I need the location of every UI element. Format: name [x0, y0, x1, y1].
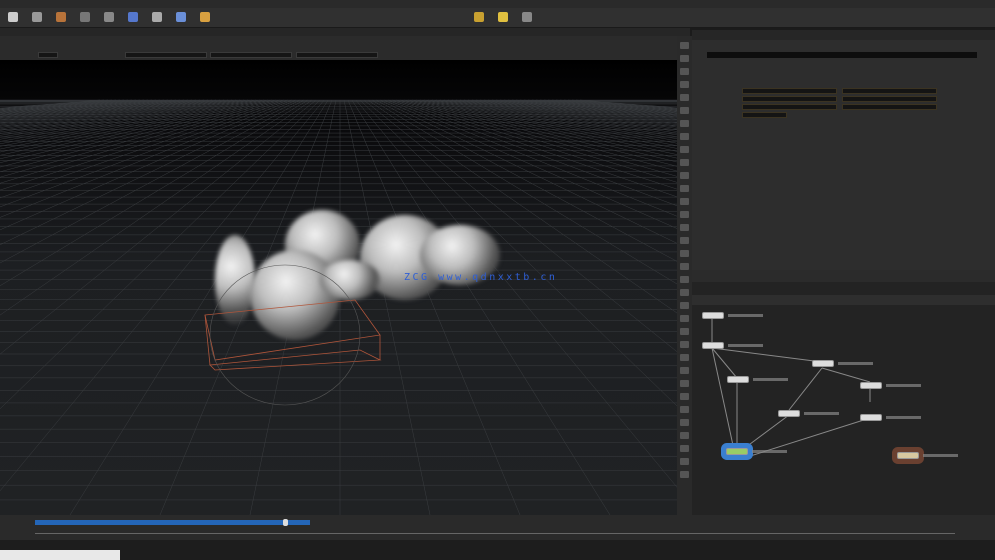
param-field[interactable]: [842, 88, 937, 94]
value-field-z[interactable]: [296, 52, 378, 58]
shelf-tool-icon[interactable]: [474, 12, 484, 22]
viewport-tool-icon[interactable]: [680, 133, 689, 140]
timeline[interactable]: [0, 515, 995, 540]
viewport-tool-icon[interactable]: [680, 471, 689, 478]
viewport-tool-icon[interactable]: [680, 81, 689, 88]
viewport-tool-icon[interactable]: [680, 146, 689, 153]
viewport-tool-icon[interactable]: [680, 393, 689, 400]
viewport-tool-icon[interactable]: [680, 185, 689, 192]
viewport-tool-icon[interactable]: [680, 276, 689, 283]
node-label: [886, 416, 921, 419]
viewport-tool-icon[interactable]: [680, 328, 689, 335]
sop-node[interactable]: [702, 342, 724, 349]
param-field[interactable]: [842, 96, 937, 102]
display-node[interactable]: [897, 452, 919, 459]
viewport-tool-icon[interactable]: [680, 172, 689, 179]
viewport-tool-icon[interactable]: [680, 198, 689, 205]
node-label: [752, 450, 787, 453]
sop-node[interactable]: [860, 382, 882, 389]
shelf-tool-icon[interactable]: [8, 12, 18, 22]
param-slider[interactable]: [742, 112, 787, 118]
node-label: [804, 412, 839, 415]
menu-bar[interactable]: [0, 0, 995, 8]
shelf-tool-icon[interactable]: [104, 12, 114, 22]
viewport-tool-icon[interactable]: [680, 341, 689, 348]
value-field-y[interactable]: [210, 52, 292, 58]
sop-node[interactable]: [727, 376, 749, 383]
viewport-tool-icon[interactable]: [680, 302, 689, 309]
sop-node[interactable]: [812, 360, 834, 367]
viewport-tool-icon[interactable]: [680, 107, 689, 114]
shelf-tool-icon[interactable]: [32, 12, 42, 22]
node-label: [923, 454, 958, 457]
viewport-tool-icon[interactable]: [680, 120, 689, 127]
os-taskbar: [0, 540, 995, 560]
shelf-toolbar: [0, 8, 995, 28]
shelf-tool-icon[interactable]: [200, 12, 210, 22]
value-field-x[interactable]: [125, 52, 207, 58]
playhead[interactable]: [283, 519, 288, 526]
viewport-tool-icon[interactable]: [680, 42, 689, 49]
output-node[interactable]: [726, 448, 748, 455]
node-wires: [711, 318, 871, 459]
shelf-tool-icon[interactable]: [498, 12, 508, 22]
shelf-tool-icon[interactable]: [56, 12, 66, 22]
sop-node[interactable]: [860, 414, 882, 421]
param-field[interactable]: [742, 96, 837, 102]
node-name-field[interactable]: [707, 52, 977, 58]
param-field[interactable]: [742, 88, 837, 94]
viewport-tool-icon[interactable]: [680, 289, 689, 296]
viewport-tool-icon[interactable]: [680, 224, 689, 231]
pane-tabs[interactable]: [692, 30, 995, 40]
param-field[interactable]: [842, 104, 937, 110]
viewport-tool-icon[interactable]: [680, 250, 689, 257]
param-field[interactable]: [742, 104, 837, 110]
playback-range-bar[interactable]: [35, 520, 310, 525]
viewport-tool-icon[interactable]: [680, 419, 689, 426]
shelf-tool-icon[interactable]: [80, 12, 90, 22]
viewport-tool-icon[interactable]: [680, 211, 689, 218]
viewport-tool-icon[interactable]: [680, 367, 689, 374]
bounding-box: [204, 264, 382, 406]
viewport-tool-strip: [677, 36, 692, 515]
viewport-tool-icon[interactable]: [680, 237, 689, 244]
view-select[interactable]: [38, 52, 58, 58]
node-label: [753, 378, 788, 381]
viewport-tool-icon[interactable]: [680, 354, 689, 361]
shelf-tool-icon[interactable]: [176, 12, 186, 22]
shelf-tool-icon[interactable]: [152, 12, 162, 22]
shelf-tool-icon[interactable]: [128, 12, 138, 22]
network-editor[interactable]: [692, 270, 995, 515]
viewport-tool-icon[interactable]: [680, 432, 689, 439]
viewport-tool-icon[interactable]: [680, 380, 689, 387]
range-slider[interactable]: [35, 533, 955, 534]
viewport-tool-icon[interactable]: [680, 445, 689, 452]
viewport-tool-icon[interactable]: [680, 159, 689, 166]
viewport-tool-icon[interactable]: [680, 55, 689, 62]
viewport-tool-icon[interactable]: [680, 68, 689, 75]
viewport-tool-icon[interactable]: [680, 315, 689, 322]
viewport-tool-icon[interactable]: [680, 406, 689, 413]
viewport-tool-icon[interactable]: [680, 263, 689, 270]
taskbar-search[interactable]: [0, 550, 120, 560]
node-label: [728, 344, 763, 347]
sop-node[interactable]: [702, 312, 724, 319]
viewport-tool-icon[interactable]: [680, 94, 689, 101]
shelf-tool-icon[interactable]: [522, 12, 532, 22]
node-label: [728, 314, 763, 317]
node-label: [886, 384, 921, 387]
node-label: [838, 362, 873, 365]
viewport-tool-icon[interactable]: [680, 458, 689, 465]
viewport-header: [0, 36, 690, 60]
path-bar[interactable]: [0, 28, 690, 36]
parameter-pane: [692, 30, 995, 270]
watermark: ZCG www.qdnxxtb.cn: [404, 272, 558, 283]
3d-viewport[interactable]: [0, 60, 677, 515]
sop-node[interactable]: [778, 410, 800, 417]
